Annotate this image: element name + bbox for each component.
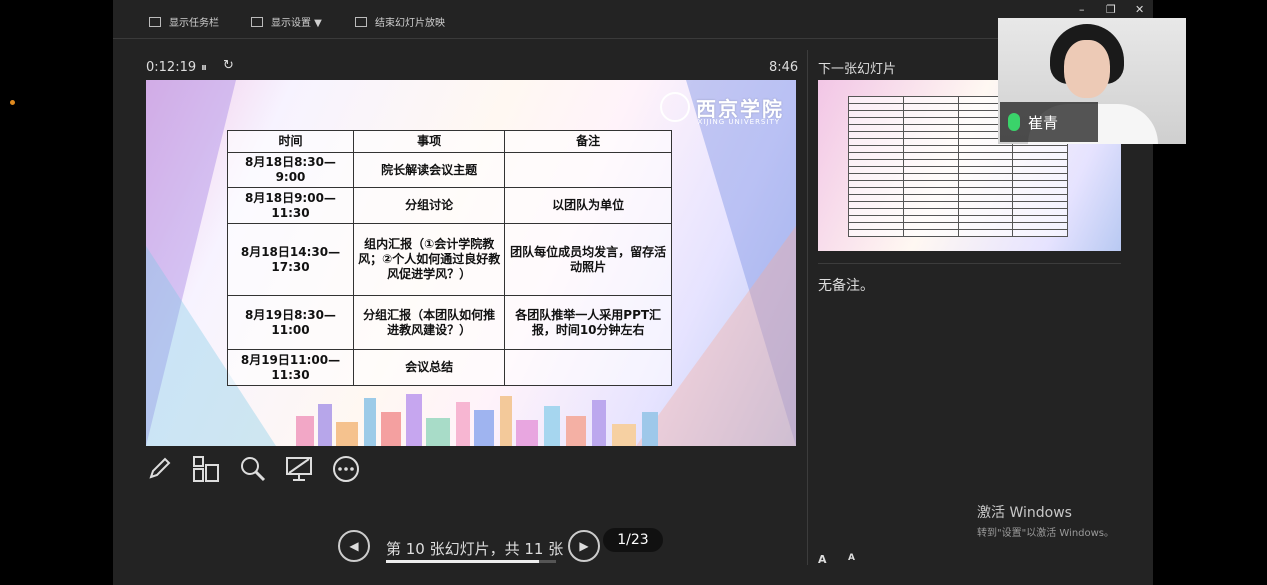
chevron-right-icon: ▶ [579, 539, 589, 553]
elapsed-timer: 0:12:19 [146, 60, 197, 75]
slide-counter: 第 10 张幻灯片，共 11 张 [386, 540, 564, 558]
display-settings-button[interactable]: 显示设置 ▼ [251, 14, 322, 29]
table-cell: 组内汇报（①会计学院教风；②个人如何通过良好教风促进学风？） [352, 223, 506, 296]
next-slide-label: 下一张幻灯片 [818, 62, 897, 77]
zoom-icon[interactable] [239, 455, 267, 483]
presenter-toolbar: 显示任务栏 显示设置 ▼ 结束幻灯片放映 – ❐ ✕ [113, 0, 1153, 39]
current-slide[interactable]: 西京学院 XIJING UNIVERSITY 时间 事项 备注 8月18日8:3… [146, 80, 796, 446]
previous-slide-button[interactable]: ◀ [338, 530, 370, 562]
current-time: 8:46 [769, 60, 799, 75]
close-button[interactable]: ✕ [1135, 3, 1144, 16]
pause-icon[interactable]: ⏸ [201, 60, 207, 75]
participant-face [1064, 40, 1110, 98]
table-cell: 团队每位成员均发言，留存活动照片 [504, 223, 672, 296]
minimize-button[interactable]: – [1079, 3, 1085, 16]
table-cell [504, 349, 672, 386]
pane-divider[interactable] [807, 50, 808, 565]
decrease-font-button[interactable]: A [848, 553, 855, 563]
participant-name-tag: 崔青 [1000, 102, 1098, 142]
column-header-time: 时间 [227, 130, 354, 153]
pen-icon[interactable] [146, 455, 174, 483]
speaker-notes[interactable]: 无备注。 [818, 275, 874, 295]
end-slideshow-icon [355, 16, 367, 27]
table-cell: 分组汇报（本团队如何推进教风建设？） [352, 295, 506, 350]
table-row: 8月19日11:00—11:30 会议总结 [227, 349, 672, 386]
slide-progress-bar [386, 560, 556, 563]
display-settings-label: 显示设置 ▼ [271, 18, 322, 29]
table-cell: 会议总结 [352, 349, 506, 386]
end-slideshow-button[interactable]: 结束幻灯片放映 [355, 14, 445, 29]
next-slide-button[interactable]: ▶ [568, 530, 600, 562]
table-cell: 院长解读会议主题 [352, 152, 506, 188]
column-header-note: 备注 [504, 130, 672, 153]
table-cell: 8月19日11:00—11:30 [227, 349, 354, 386]
participant-name: 崔青 [1028, 113, 1059, 132]
restart-timer-icon[interactable]: ↻ [223, 58, 234, 73]
page-badge: 1/23 [603, 528, 663, 552]
windows-activation-watermark: 激活 Windows 转到"设置"以激活 Windows。 [977, 502, 1114, 539]
microphone-icon [1008, 113, 1020, 131]
show-taskbar-button[interactable]: 显示任务栏 [149, 14, 219, 29]
table-row: 8月18日9:00—11:30 分组讨论 以团队为单位 [227, 187, 672, 224]
activation-title: 激活 Windows [977, 505, 1072, 521]
end-slideshow-label: 结束幻灯片放映 [375, 18, 445, 29]
table-row: 8月19日8:30—11:00 分组汇报（本团队如何推进教风建设？） 各团队推举… [227, 295, 672, 350]
column-header-item: 事项 [352, 130, 506, 153]
slides-grid-icon[interactable] [192, 455, 220, 483]
table-cell: 8月18日14:30—17:30 [227, 223, 354, 296]
more-icon[interactable] [332, 455, 360, 483]
presenter-view-window: 显示任务栏 显示设置 ▼ 结束幻灯片放映 – ❐ ✕ 0:12:19 ⏸ ↻ 8… [113, 0, 1153, 585]
show-taskbar-label: 显示任务栏 [169, 18, 219, 29]
table-header-row: 时间 事项 备注 [227, 130, 672, 153]
city-skyline-illustration [276, 391, 676, 446]
restore-button[interactable]: ❐ [1106, 3, 1116, 16]
status-dot [10, 100, 15, 105]
table-cell: 8月18日8:30—9:00 [227, 152, 354, 188]
activation-subtitle: 转到"设置"以激活 Windows。 [977, 528, 1115, 539]
table-cell [504, 152, 672, 188]
video-call-tile[interactable]: 崔青 [998, 18, 1186, 144]
taskbar-icon [149, 16, 161, 27]
table-row: 8月18日8:30—9:00 院长解读会议主题 [227, 152, 672, 188]
table-cell: 8月18日9:00—11:30 [227, 187, 354, 224]
screen-icon[interactable] [285, 455, 313, 483]
increase-font-button[interactable]: A [818, 553, 827, 566]
table-cell: 以团队为单位 [504, 187, 672, 224]
table-row: 8月18日14:30—17:30 组内汇报（①会计学院教风；②个人如何通过良好教… [227, 223, 672, 296]
chevron-left-icon: ◀ [349, 539, 359, 553]
display-settings-icon [251, 16, 263, 27]
table-cell: 各团队推举一人采用PPT汇报，时间10分钟左右 [504, 295, 672, 350]
schedule-table: 时间 事项 备注 8月18日8:30—9:00 院长解读会议主题 8月18日9:… [227, 130, 672, 386]
slide-progress-fill [386, 560, 539, 563]
logo-subtitle: XIJING UNIVERSITY [697, 118, 780, 126]
table-cell: 8月19日8:30—11:00 [227, 295, 354, 350]
separator [818, 263, 1121, 264]
table-cell: 分组讨论 [352, 187, 506, 224]
university-seal-icon [660, 92, 690, 122]
